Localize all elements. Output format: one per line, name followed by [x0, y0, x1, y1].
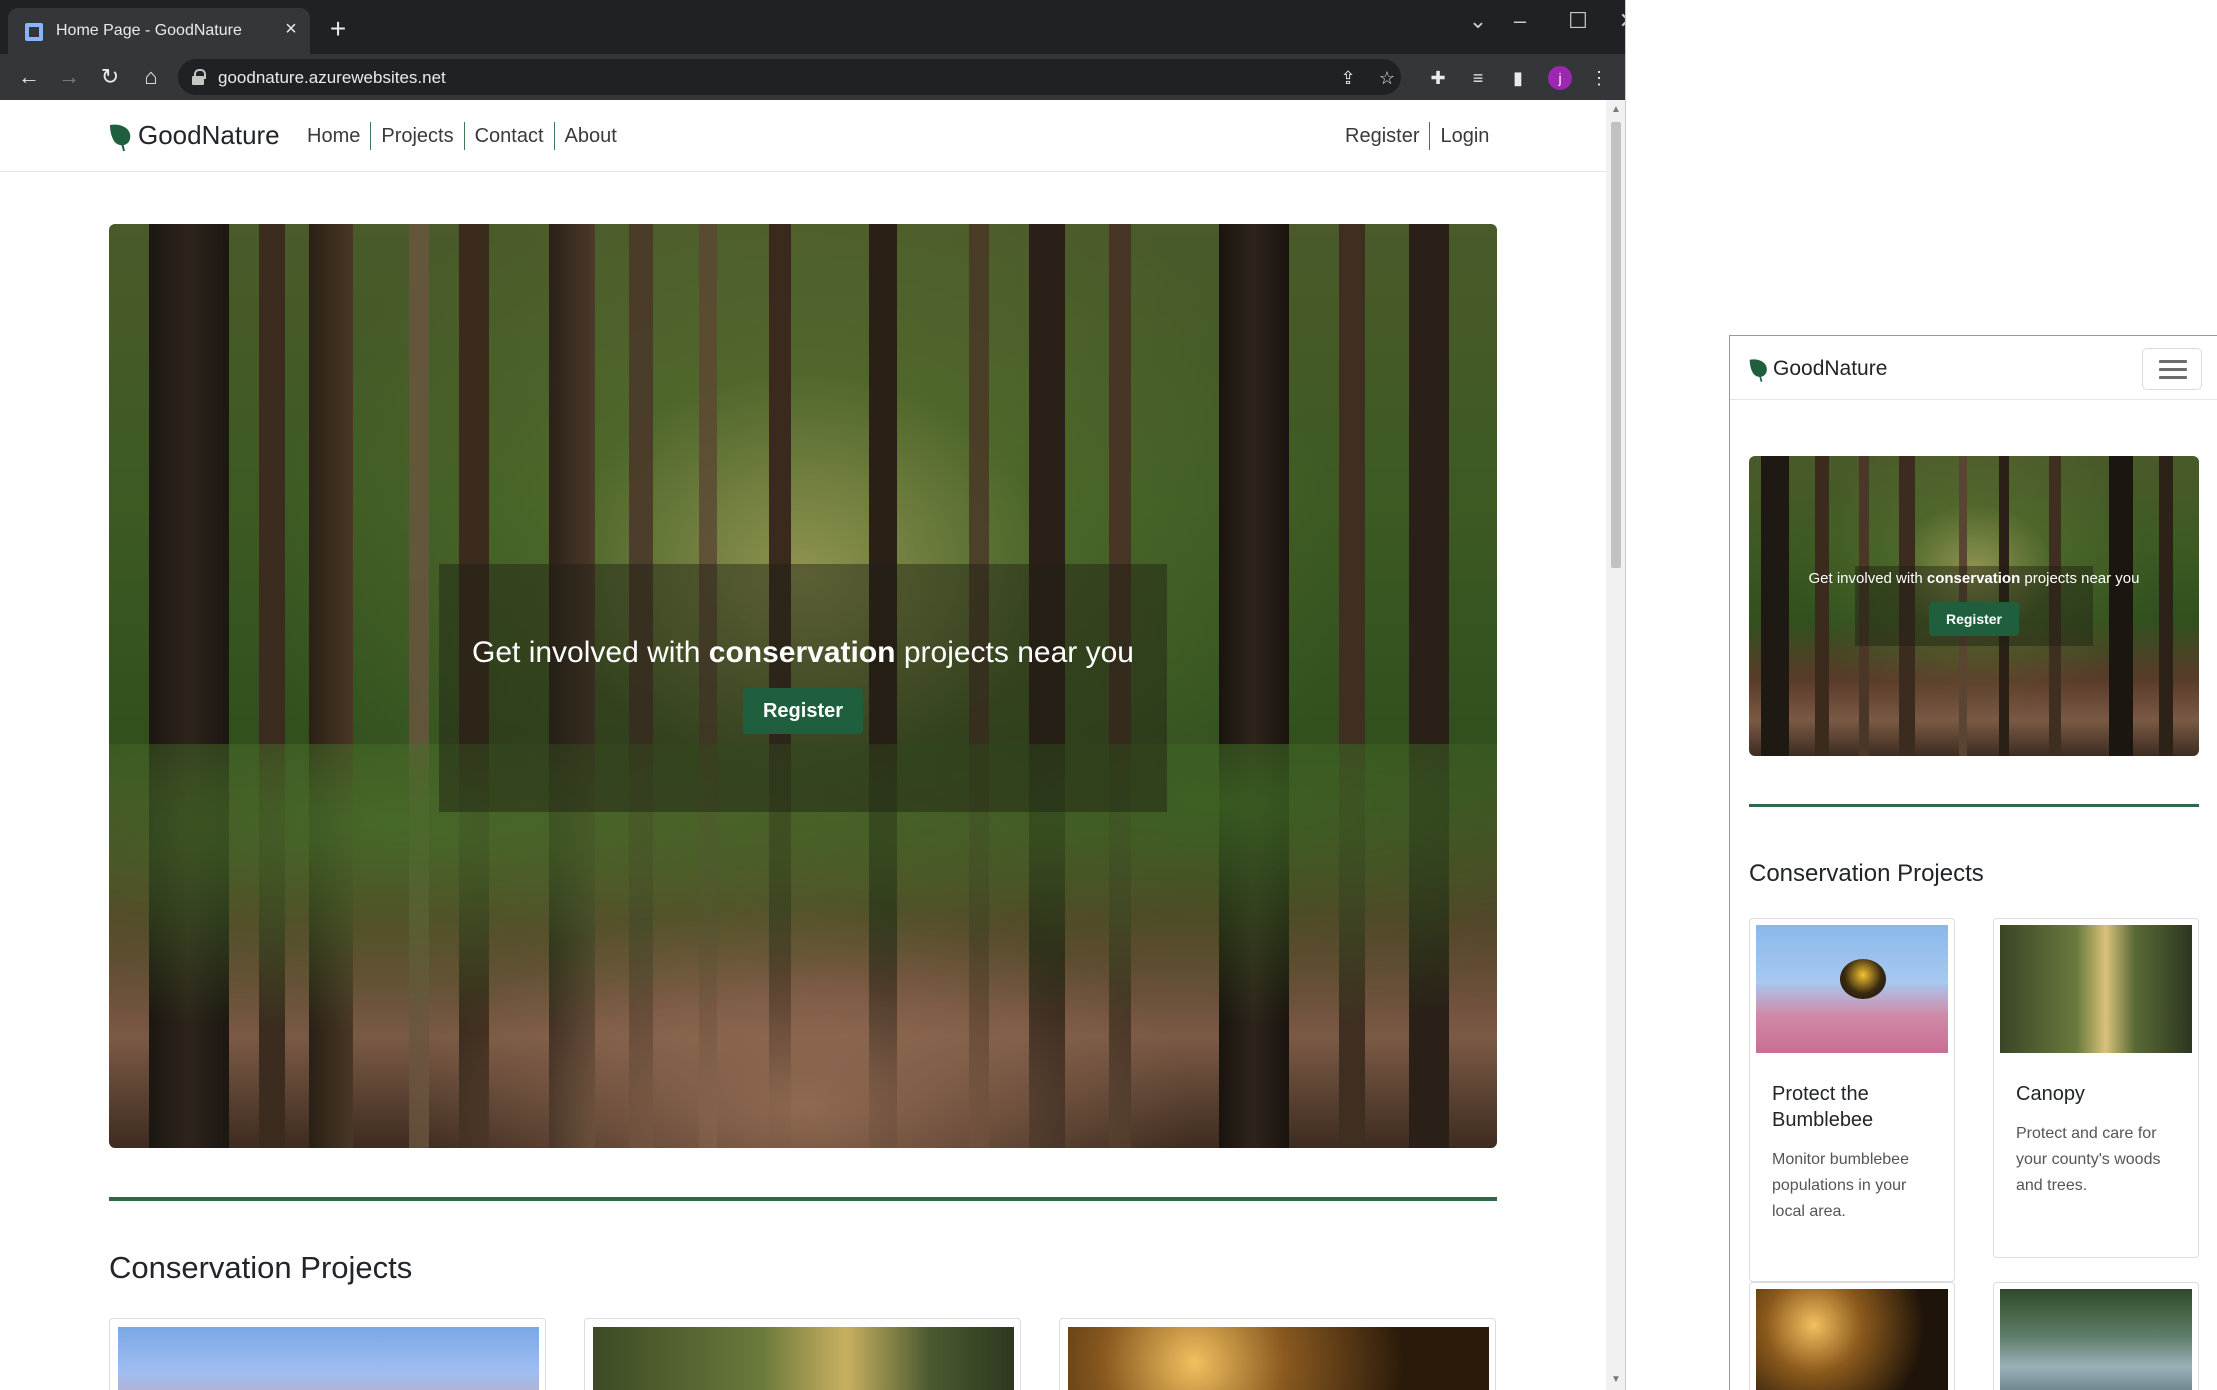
- nav-link-home[interactable]: Home: [297, 122, 370, 150]
- tab-title: Home Page - GoodNature: [56, 22, 242, 39]
- address-bar[interactable]: goodnature.azurewebsites.net ⇪ ☆: [178, 59, 1401, 95]
- mobile-hero-banner: Get involved with conservation projects …: [1749, 456, 2199, 756]
- project-card-text: Monitor bumblebee populations in your lo…: [1772, 1151, 1909, 1220]
- bumblebee-image: [1756, 925, 1948, 1053]
- hero-headline-bold: conservation: [708, 636, 896, 669]
- section-divider: [109, 1197, 1497, 1201]
- lock-icon[interactable]: [192, 69, 206, 85]
- project-card-image: [118, 1327, 539, 1390]
- project-card[interactable]: [1993, 1282, 2199, 1390]
- close-window-button[interactable]: ✕: [1618, 6, 1625, 36]
- home-button[interactable]: ⌂: [136, 62, 166, 92]
- maximize-button[interactable]: ☐: [1558, 6, 1598, 36]
- nav-link-projects[interactable]: Projects: [370, 122, 463, 150]
- brand-link[interactable]: GoodNature: [108, 120, 280, 151]
- mobile-preview-window: GoodNature Get involved with conservatio…: [1729, 335, 2217, 1390]
- page-favicon-icon: [25, 23, 43, 41]
- scrollbar-thumb[interactable]: [1611, 122, 1621, 568]
- tab-strip: Home Page - GoodNature × + ⌄ – ☐ ✕: [0, 0, 1625, 54]
- address-url[interactable]: goodnature.azurewebsites.net: [218, 68, 446, 88]
- mobile-hero-headline-end: projects near you: [2020, 570, 2140, 587]
- project-card-bumblebee[interactable]: Protect the Bumblebee Monitor bumblebee …: [1749, 918, 1955, 1282]
- primary-nav: Home Projects Contact About: [297, 122, 627, 150]
- browser-menu-icon[interactable]: ⋮: [1588, 67, 1610, 89]
- scroll-down-icon[interactable]: ▼: [1610, 1374, 1622, 1386]
- scroll-up-icon[interactable]: ▲: [1610, 104, 1622, 116]
- project-card-title: Protect the Bumblebee: [1772, 1083, 1874, 1131]
- hero-headline: Get involved with conservation projects …: [109, 636, 1497, 670]
- nav-link-about[interactable]: About: [553, 122, 627, 150]
- project-card-image: [2000, 1289, 2192, 1390]
- hero-headline-start: Get involved with: [472, 636, 709, 669]
- mobile-brand-name: GoodNature: [1773, 357, 1888, 380]
- account-nav: Register Login: [1335, 122, 1499, 150]
- leaf-logo-icon: [1749, 359, 1767, 382]
- project-card[interactable]: [1749, 1282, 1955, 1390]
- browser-toolbar: ← → ↻ ⌂ goodnature.azurewebsites.net ⇪ ☆…: [0, 54, 1625, 100]
- project-card-title: Canopy: [2016, 1083, 2085, 1105]
- mobile-hero-headline-bold: conservation: [1926, 570, 2021, 587]
- project-card[interactable]: [584, 1318, 1021, 1390]
- project-card-canopy[interactable]: Canopy Protect and care for your county'…: [1993, 918, 2199, 1258]
- mobile-site-navbar: GoodNature: [1730, 336, 2217, 400]
- browser-window: Home Page - GoodNature × + ⌄ – ☐ ✕ ← → ↻…: [0, 0, 1626, 1390]
- canopy-image: [2000, 925, 2192, 1053]
- reload-button[interactable]: ↻: [95, 62, 125, 92]
- leaf-logo-icon: [110, 124, 131, 151]
- project-card-image: [1068, 1327, 1489, 1390]
- mobile-projects-heading: Conservation Projects: [1749, 860, 1984, 887]
- hero-headline-end: projects near you: [895, 636, 1134, 669]
- minimize-button[interactable]: –: [1500, 6, 1540, 36]
- profile-avatar[interactable]: j: [1548, 66, 1572, 90]
- tab-search-icon[interactable]: ⌄: [1458, 6, 1498, 36]
- nav-link-login[interactable]: Login: [1429, 122, 1499, 150]
- projects-heading: Conservation Projects: [109, 1250, 413, 1285]
- close-tab-icon[interactable]: ×: [280, 18, 302, 40]
- extensions-icon[interactable]: ✚: [1427, 67, 1449, 89]
- project-card-image: [1756, 1289, 1948, 1390]
- media-control-icon[interactable]: ≡: [1467, 67, 1489, 89]
- hamburger-icon: [2159, 360, 2187, 363]
- mobile-hero-register-button[interactable]: Register: [1929, 602, 2019, 636]
- mobile-hero-headline: Get involved with conservation projects …: [1749, 570, 2199, 587]
- mobile-section-divider: [1749, 804, 2199, 807]
- nav-link-contact[interactable]: Contact: [463, 122, 554, 150]
- project-card[interactable]: [109, 1318, 546, 1390]
- nav-link-register[interactable]: Register: [1335, 122, 1429, 150]
- hamburger-icon-bar: [2159, 368, 2187, 371]
- hero-banner: Get involved with conservation projects …: [109, 224, 1497, 1148]
- brand-name: GoodNature: [138, 120, 280, 150]
- browser-tab[interactable]: Home Page - GoodNature ×: [8, 8, 310, 54]
- side-panel-icon[interactable]: ▮: [1507, 67, 1529, 89]
- hamburger-icon-bar: [2159, 376, 2187, 379]
- page-scrollbar[interactable]: ▲ ▼: [1606, 100, 1625, 1390]
- back-button[interactable]: ←: [14, 62, 44, 92]
- project-card[interactable]: [1059, 1318, 1496, 1390]
- bee-shape: [1840, 959, 1886, 999]
- project-card-image: [593, 1327, 1014, 1390]
- site-navbar: GoodNature Home Projects Contact About R…: [0, 100, 1606, 172]
- bookmark-star-icon[interactable]: ☆: [1377, 68, 1397, 88]
- hero-register-button[interactable]: Register: [743, 688, 863, 734]
- page-viewport: GoodNature Home Projects Contact About R…: [0, 100, 1606, 1390]
- forward-button[interactable]: →: [54, 62, 84, 92]
- share-icon[interactable]: ⇪: [1338, 68, 1358, 88]
- mobile-hero-headline-start: Get involved with: [1808, 570, 1927, 587]
- mobile-brand-link[interactable]: GoodNature: [1748, 356, 1887, 382]
- new-tab-button[interactable]: +: [324, 15, 352, 44]
- menu-toggle-button[interactable]: [2142, 348, 2202, 390]
- project-card-text: Protect and care for your county's woods…: [2016, 1125, 2161, 1194]
